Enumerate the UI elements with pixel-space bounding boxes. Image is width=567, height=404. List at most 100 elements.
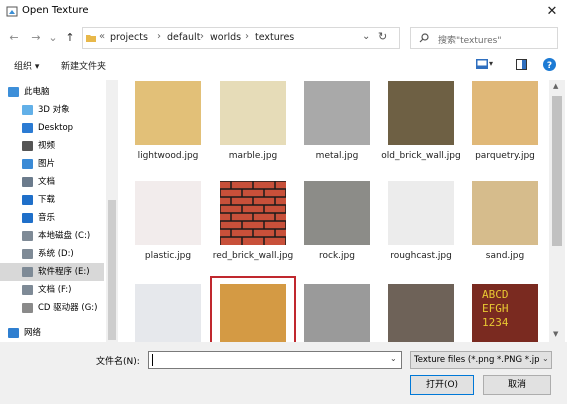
forward-button[interactable]: → [28, 30, 44, 46]
file-thumbnail[interactable] [135, 284, 201, 342]
chevron-down-icon: ⌄ [48, 31, 58, 44]
chevron-down-icon: ⌄ [542, 354, 549, 363]
window-title: Open Texture [22, 5, 89, 16]
back-arrow-icon: ← [9, 31, 19, 44]
address-bar[interactable]: « projects › default › worlds › textures… [82, 27, 400, 49]
file-name-label[interactable]: lightwood.jpg [123, 151, 213, 162]
scroll-down-icon[interactable]: ▼ [553, 330, 558, 338]
breadcrumb-separator: › [157, 31, 161, 42]
desktop-icon [22, 123, 33, 133]
sidebar-item[interactable]: 视频 [0, 137, 104, 155]
sidebar-scrollbar-thumb[interactable] [108, 200, 116, 340]
sidebar-item[interactable]: 文档 [0, 173, 104, 191]
file-thumbnail[interactable] [220, 284, 286, 342]
scroll-up-icon[interactable]: ▲ [553, 82, 558, 90]
file-name-label[interactable]: metal.jpg [292, 151, 382, 162]
sidebar-item[interactable]: CD 驱动器 (G:) [0, 299, 104, 317]
documents-icon [22, 177, 33, 187]
file-thumbnail[interactable] [220, 81, 286, 145]
breadcrumb-worlds[interactable]: worlds [210, 32, 241, 43]
svg-text:?: ? [547, 61, 552, 71]
sidebar-item[interactable]: 本地磁盘 (C:) [0, 227, 104, 245]
file-list-scrollbar-thumb[interactable] [552, 96, 562, 246]
file-thumbnail[interactable] [472, 81, 538, 145]
file-thumbnail[interactable] [304, 81, 370, 145]
file-thumbnail[interactable] [135, 81, 201, 145]
new-folder-button[interactable]: 新建文件夹 [61, 59, 106, 72]
breadcrumb-textures[interactable]: textures [255, 32, 294, 43]
cd-drive-icon [22, 303, 33, 313]
navigation-bar: ← → ⌄ ↑ « projects › default › worlds › … [0, 24, 567, 52]
file-name-label[interactable]: marble.jpg [208, 151, 298, 162]
sidebar-item-label: 3D 对象 [38, 105, 70, 115]
filename-input[interactable]: ⌄ [148, 351, 402, 369]
file-name-label[interactable]: old_brick_wall.jpg [376, 151, 466, 162]
sidebar-item-label: 视频 [38, 141, 56, 151]
refresh-icon: ↻ [378, 30, 388, 43]
file-thumbnail[interactable] [388, 81, 454, 145]
breadcrumb-separator: › [200, 31, 204, 42]
sidebar-item[interactable]: 网络 [0, 324, 104, 342]
filename-label: 文件名(N): [96, 357, 140, 367]
sidebar-item[interactable]: 文档 (F:) [0, 281, 104, 299]
search-placeholder: 搜索"textures" [438, 36, 502, 46]
file-name-label[interactable]: plastic.jpg [123, 251, 213, 262]
file-thumbnail[interactable] [388, 284, 454, 342]
sidebar-item-label: CD 驱动器 (G:) [38, 303, 98, 313]
file-thumbnail[interactable] [304, 181, 370, 245]
close-button[interactable]: ✕ [537, 0, 567, 24]
sidebar-item[interactable]: Desktop [0, 119, 104, 137]
file-thumbnail[interactable] [219, 180, 298, 245]
refresh-button[interactable]: ↻ [378, 30, 387, 43]
sidebar-item-label: 网络 [24, 328, 42, 338]
forward-arrow-icon: → [31, 31, 41, 44]
title-bar: Open Texture ✕ [0, 0, 567, 24]
breadcrumb-overflow[interactable]: « [99, 31, 105, 42]
breadcrumb-default[interactable]: default [167, 32, 200, 43]
up-button[interactable]: ↑ [62, 30, 78, 46]
cancel-button[interactable]: 取消 [483, 375, 551, 395]
organize-button[interactable]: 组织 ▾ [14, 59, 39, 72]
sidebar-item[interactable]: 3D 对象 [0, 101, 104, 119]
help-button[interactable]: ? [543, 58, 556, 71]
downloads-icon [22, 195, 33, 205]
navigation-pane: 此电脑 3D 对象 Desktop 视频图片 文档下载音乐 本地磁盘 (C:) 系统 (D:… [0, 80, 118, 342]
file-thumbnail[interactable] [472, 181, 538, 245]
file-name-label[interactable]: parquetry.jpg [460, 151, 550, 162]
chevron-down-icon: ▾ [489, 59, 494, 68]
address-dropdown-icon[interactable]: ⌄ [362, 31, 370, 42]
file-name-label[interactable]: roughcast.jpg [376, 251, 466, 262]
folder-icon [86, 35, 96, 42]
sidebar-item-label: 下载 [38, 195, 56, 205]
sidebar-item[interactable]: 软件程序 (E:) [0, 263, 104, 281]
change-view-button[interactable]: ▾ [476, 58, 498, 72]
recent-locations-button[interactable]: ⌄ [48, 30, 58, 46]
sidebar-item[interactable]: 图片 [0, 155, 104, 173]
open-button[interactable]: 打开(O) [410, 375, 474, 395]
breadcrumb-separator: › [245, 31, 249, 42]
sidebar-item[interactable]: 音乐 [0, 209, 104, 227]
file-thumbnail[interactable] [388, 181, 454, 245]
file-name-label[interactable]: sand.jpg [460, 251, 550, 262]
back-button[interactable]: ← [6, 30, 22, 46]
file-thumbnail[interactable] [304, 284, 370, 342]
sidebar-item[interactable]: 此电脑 [0, 83, 104, 101]
file-name-label[interactable]: rock.jpg [292, 251, 382, 262]
file-thumbnail[interactable] [135, 181, 201, 245]
file-thumbnail[interactable]: ABCD EFGH 1234 [472, 284, 538, 342]
file-name-label[interactable]: red_brick_wall.jpg [208, 251, 298, 262]
preview-pane-button[interactable] [516, 59, 527, 70]
view-icon [476, 59, 488, 69]
drive-icon [22, 267, 33, 277]
sidebar-item[interactable]: 下载 [0, 191, 104, 209]
sidebar-item-label: 文档 (F:) [38, 285, 72, 295]
search-box[interactable]: 搜索"textures" [410, 27, 558, 49]
sidebar-item[interactable]: 系统 (D:) [0, 245, 104, 263]
file-type-value: Texture files (*.png *.PNG *.jp [414, 355, 539, 365]
brick-texture [219, 180, 298, 245]
chevron-down-icon[interactable]: ⌄ [390, 354, 397, 363]
breadcrumb-projects[interactable]: projects [110, 32, 148, 43]
file-type-select[interactable]: Texture files (*.png *.PNG *.jp ⌄ [410, 351, 552, 369]
close-icon: ✕ [546, 4, 558, 19]
file-list: lightwood.jpg marble.jpg metal.jpg old_bric… [120, 80, 550, 342]
